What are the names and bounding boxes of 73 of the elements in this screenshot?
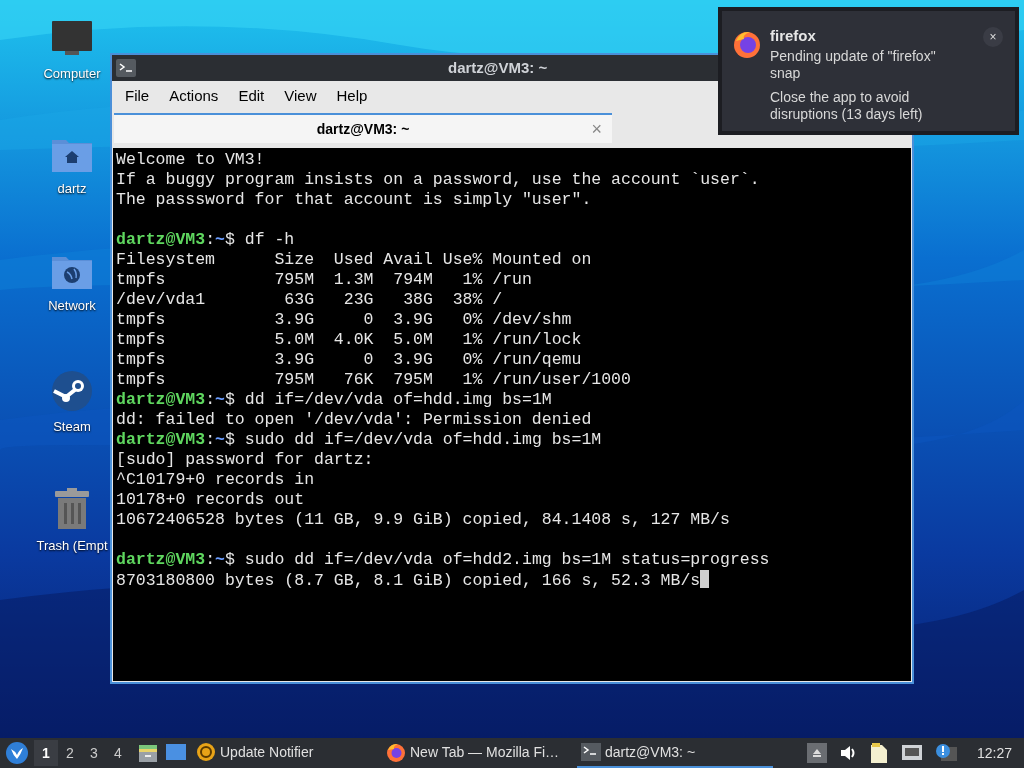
menu-item[interactable]: Edit — [233, 84, 270, 108]
file-cabinet-icon[interactable] — [138, 743, 158, 763]
command-text: $ sudo dd if=/dev/vda of=hdd.img bs=1M — [224, 430, 602, 449]
terminal-output: /dev/vda1 63G 23G 38G 38% / — [116, 290, 503, 309]
notification-icon[interactable] — [934, 743, 957, 763]
notification-title: firefox — [770, 26, 816, 46]
terminal-output: tmpfs 5.0M 4.0K 5.0M 1% /run/lock — [116, 330, 582, 349]
terminal-icon — [581, 743, 601, 761]
prompt-user: dartz@VM3 — [116, 230, 206, 249]
terminal-output: ^C10179+0 records in — [116, 470, 315, 489]
terminal-output: The passsword for that account is simply "user". — [116, 190, 592, 209]
menu-item[interactable]: Help — [331, 84, 373, 108]
home-folder-icon[interactable] — [51, 137, 93, 173]
prompt-path: ~ — [215, 430, 225, 449]
firefox-icon — [732, 29, 762, 59]
trash-icon[interactable] — [54, 488, 90, 530]
command-text: $ df -h — [224, 230, 295, 249]
monitor-icon[interactable] — [51, 20, 93, 58]
window-title: dartz@VM3: ~ — [448, 57, 548, 78]
update-icon — [196, 742, 216, 762]
taskbar-button[interactable]: New Tab — Mozilla Fi… — [382, 738, 577, 768]
prompt-separator: : — [205, 430, 216, 449]
network-icon[interactable] — [900, 744, 923, 762]
prompt-separator: : — [205, 550, 216, 569]
prompt-user: dartz@VM3 — [116, 550, 206, 569]
prompt-path: ~ — [215, 230, 225, 249]
icon-label[interactable]: Steam — [53, 417, 91, 437]
speaker-icon[interactable] — [838, 745, 857, 761]
terminal-output: 8703180800 bytes (8.7 GB, 8.1 GiB) copied, 166 s, 52.3 MB/s — [116, 571, 701, 590]
menu-item[interactable]: View — [279, 84, 322, 108]
terminal-output: tmpfs 3.9G 0 3.9G 0% /dev/shm — [116, 310, 572, 329]
network-folder-icon[interactable] — [51, 254, 93, 290]
taskbar-button[interactable]: dartz@VM3: ~ — [577, 738, 773, 768]
notification-text: Close the app to avoid disruptions (13 days left) — [770, 89, 924, 123]
prompt-user: dartz@VM3 — [116, 390, 206, 409]
terminal-icon — [116, 59, 136, 77]
icon-label[interactable]: dartz — [57, 179, 87, 199]
icon-label[interactable]: Trash (Empt — [36, 536, 108, 556]
command-text: $ sudo dd if=/dev/vda of=hdd2.img bs=1M status=progress — [224, 550, 770, 569]
taskbar-button[interactable]: Update Notifier — [192, 738, 382, 768]
steam-icon[interactable] — [52, 371, 92, 411]
close-button[interactable]: × — [983, 27, 1003, 47]
start-menu-icon[interactable] — [6, 742, 28, 764]
terminal-output: Filesystem Size Used Avail Use% Mounted on — [116, 250, 592, 269]
terminal-output: If a buggy program insists on a password, use the account `user`. — [116, 170, 760, 189]
terminal-output: [sudo] password for dartz: — [116, 450, 374, 469]
prompt-separator: : — [205, 230, 216, 249]
workspace-button[interactable]: 2 — [58, 740, 82, 766]
firefox-icon — [386, 742, 406, 762]
workspace-button[interactable]: 1 — [34, 740, 58, 766]
terminal-tab[interactable]: dartz@VM3: ~ × — [114, 113, 612, 143]
workspace-button[interactable]: 3 — [82, 740, 106, 766]
clipboard-icon[interactable] — [868, 742, 889, 764]
prompt-path: ~ — [215, 550, 225, 569]
eject-icon[interactable] — [806, 743, 827, 763]
terminal-output: tmpfs 3.9G 0 3.9G 0% /run/qemu — [116, 350, 582, 369]
terminal-output: tmpfs 795M 76K 795M 1% /run/user/1000 — [116, 370, 631, 389]
terminal-output: dd: failed to open '/dev/vda': Permission denied — [116, 410, 592, 429]
menu-item[interactable]: File — [120, 84, 155, 108]
terminal-output: Welcome to VM3! — [116, 150, 265, 169]
terminal-output: tmpfs 795M 1.3M 794M 1% /run — [116, 270, 532, 289]
command-text: $ dd if=/dev/vda of=hdd.img bs=1M — [224, 390, 552, 409]
window-icon[interactable] — [166, 744, 186, 762]
clock[interactable]: 12:27 — [976, 742, 1012, 764]
icon-label[interactable]: Network — [48, 296, 96, 316]
notification-text: Pending update of "firefox" snap — [770, 48, 937, 82]
prompt-user: dartz@VM3 — [116, 430, 206, 449]
menu-item[interactable]: Actions — [164, 84, 224, 108]
workspace-button[interactable]: 4 — [106, 740, 130, 766]
terminal-output: 10672406528 bytes (11 GB, 9.9 GiB) copied, 84.1408 s, 127 MB/s — [116, 510, 730, 529]
prompt-path: ~ — [215, 390, 225, 409]
terminal-output: 10178+0 records out — [116, 490, 305, 509]
prompt-separator: : — [205, 390, 216, 409]
